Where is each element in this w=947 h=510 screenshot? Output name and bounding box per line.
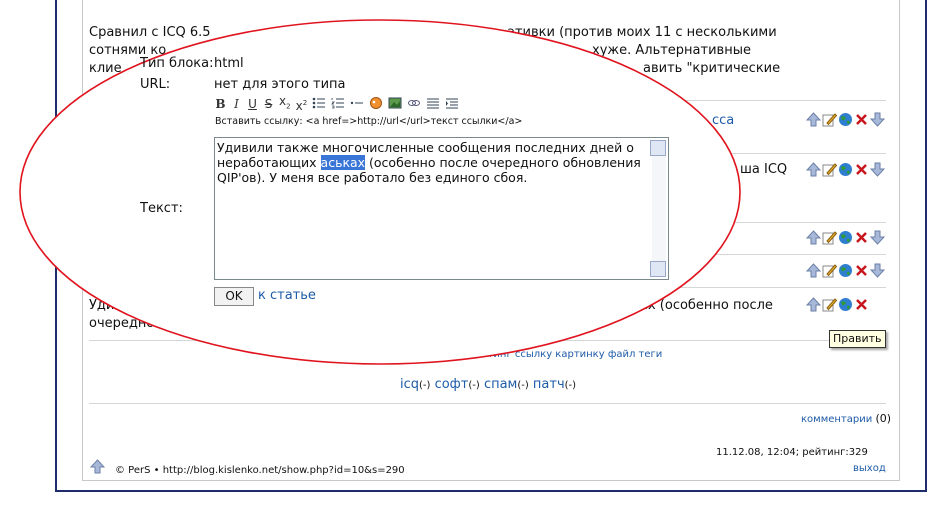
globe-icon[interactable] — [838, 263, 853, 278]
globe-icon[interactable] — [838, 162, 853, 177]
text-label: Текст: — [140, 201, 183, 216]
edit-icon[interactable] — [822, 230, 837, 245]
down-arrow-icon[interactable] — [870, 230, 885, 245]
edit-icon[interactable] — [822, 297, 837, 312]
delete-icon[interactable] — [854, 263, 869, 278]
superscript-button[interactable]: x2 — [296, 96, 308, 113]
tag-icq-count: (-) — [419, 380, 431, 391]
post-line-3-right: авить "критические — [643, 61, 781, 76]
post-line-1: Сравнил с ICQ 6.5 — [89, 25, 211, 40]
comments-link[interactable]: комментарии — [801, 414, 872, 425]
scroll-up-button[interactable] — [650, 140, 666, 156]
horizontal-rule-icon[interactable] — [350, 97, 364, 112]
indent-icon[interactable] — [445, 97, 459, 112]
delete-icon[interactable] — [854, 230, 869, 245]
align-justify-icon[interactable] — [426, 97, 440, 112]
copyright: © PerS • http://blog.kislenko.net/show.p… — [115, 465, 405, 476]
down-arrow-icon[interactable] — [870, 112, 885, 127]
delete-icon[interactable] — [854, 162, 869, 177]
comment-actions — [806, 263, 885, 278]
link-hint: Вставить ссылку: <a href=>http://url</ur… — [215, 116, 523, 127]
down-arrow-icon[interactable] — [870, 263, 885, 278]
subscript-button[interactable]: x2 — [279, 94, 291, 113]
globe-icon[interactable] — [838, 297, 853, 312]
tag-soft[interactable]: софт — [435, 377, 469, 392]
tag-spam-count: (-) — [517, 380, 529, 391]
tag-list: icq(-) софт(-) спам(-) патч(-) — [400, 376, 576, 395]
comments-row: комментарии (0) — [801, 410, 891, 429]
superscript-label: x — [295, 98, 303, 113]
delete-icon[interactable] — [854, 297, 869, 312]
scroll-down-button[interactable] — [650, 261, 666, 277]
comment-last-left: Удиви — [89, 298, 131, 313]
editor-scrollbar[interactable] — [652, 156, 666, 261]
comment-actions — [806, 112, 885, 127]
image-icon[interactable] — [388, 97, 402, 112]
ok-button[interactable]: OK — [214, 287, 254, 306]
comment-last-line2: очередного — [89, 316, 170, 331]
comment-actions — [806, 297, 869, 312]
editor-content[interactable]: Удивили также многочисленные сообщения п… — [217, 140, 647, 185]
date-rating: 11.12.08, 12:04; рейтинг:329 — [716, 447, 868, 458]
comment-last-right: ах (особенно после — [640, 298, 773, 313]
link-icon[interactable] — [407, 97, 421, 112]
url-value: нет для этого типа — [214, 77, 346, 92]
tag-patch[interactable]: патч — [533, 377, 565, 392]
comment-link[interactable]: сса — [712, 112, 734, 130]
strike-button[interactable]: S — [263, 97, 274, 111]
comments-count: (0) — [875, 412, 892, 425]
up-arrow-icon[interactable] — [806, 112, 821, 127]
edit-tooltip: Править — [829, 330, 886, 348]
italic-button[interactable]: I — [231, 97, 242, 111]
down-arrow-icon[interactable] — [870, 162, 885, 177]
divider — [89, 287, 886, 288]
tag-spam[interactable]: спам — [484, 377, 517, 392]
edit-icon[interactable] — [822, 263, 837, 278]
comment-actions — [806, 230, 885, 245]
edit-icon[interactable] — [822, 112, 837, 127]
up-arrow-icon[interactable] — [806, 297, 821, 312]
insert-links[interactable]: кет листинг ссылку картинку файл теги — [448, 346, 662, 364]
post-line-1-right: ативки (против моих 11 с несколькими — [507, 25, 777, 40]
bullet-list-icon[interactable] — [312, 97, 326, 112]
edit-icon[interactable] — [822, 162, 837, 177]
numbered-list-icon[interactable] — [331, 97, 345, 112]
editor-toolbar: B I U S x2 x2 — [215, 94, 459, 113]
tag-icq[interactable]: icq — [400, 377, 419, 392]
divider — [89, 340, 886, 341]
up-arrow-icon[interactable] — [806, 230, 821, 245]
bold-button[interactable]: B — [215, 97, 226, 111]
delete-icon[interactable] — [854, 112, 869, 127]
divider — [89, 403, 886, 404]
comment-actions — [806, 162, 885, 177]
block-type-label: Тип блока: — [140, 56, 214, 71]
up-arrow-icon[interactable] — [806, 263, 821, 278]
text-editor[interactable]: Удивили также многочисленные сообщения п… — [214, 137, 669, 280]
up-arrow-icon[interactable] — [89, 459, 106, 474]
comment-text: ша ICQ — [740, 162, 788, 177]
tag-patch-count: (-) — [564, 380, 577, 391]
globe-icon[interactable] — [838, 112, 853, 127]
post-line-2-right: хуже. Альтернативные — [592, 43, 751, 58]
back-to-article-link[interactable]: к статье — [258, 287, 316, 305]
url-label: URL: — [140, 77, 171, 92]
tag-soft-count: (-) — [468, 380, 480, 391]
up-arrow-icon[interactable] — [806, 162, 821, 177]
block-type-value: html — [214, 56, 244, 71]
exit-link[interactable]: выход — [853, 460, 886, 478]
divider — [89, 100, 886, 101]
post-line-3: клие — [89, 61, 122, 76]
color-icon[interactable] — [369, 96, 383, 112]
underline-button[interactable]: U — [247, 97, 258, 111]
globe-icon[interactable] — [838, 230, 853, 245]
editor-selection: аськах — [320, 155, 366, 170]
